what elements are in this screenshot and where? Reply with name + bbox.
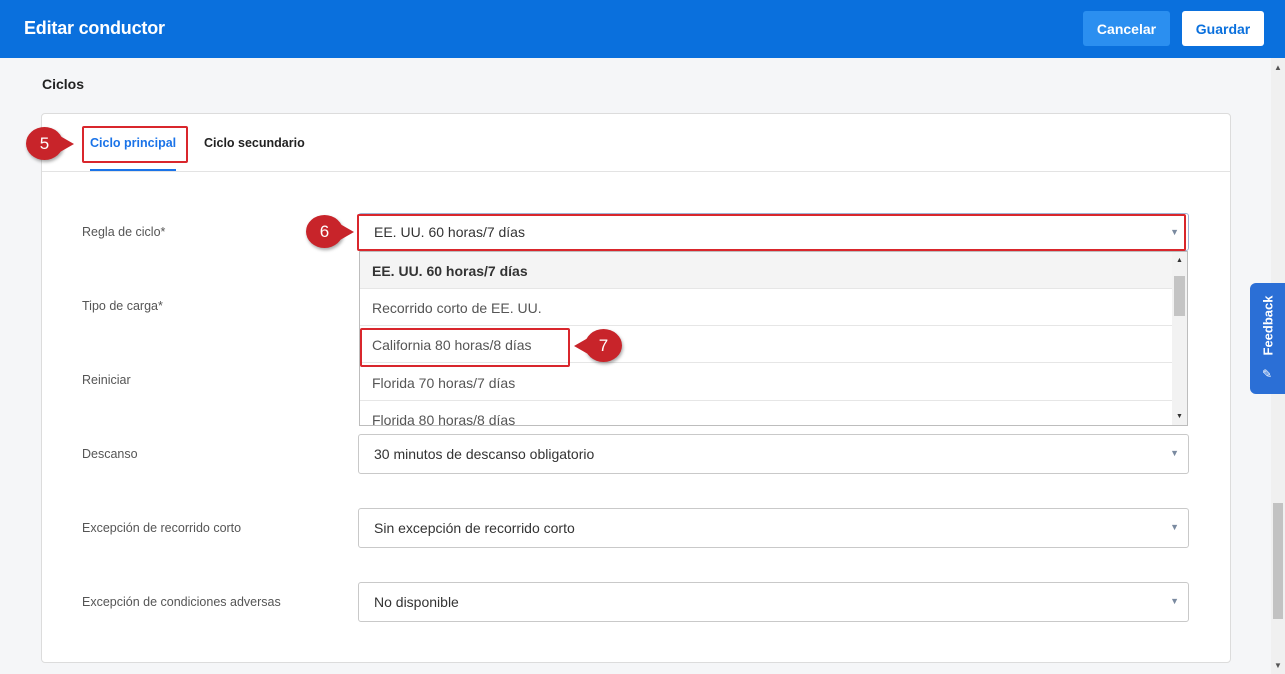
break-value: 30 minutos de descanso obligatorio — [374, 446, 595, 462]
chevron-down-icon: ▼ — [1170, 522, 1179, 532]
adverse-select[interactable]: No disponible ▼ — [358, 582, 1189, 622]
short-haul-label: Excepción de recorrido corto — [82, 521, 242, 535]
short-haul-value: Sin excepción de recorrido corto — [374, 520, 575, 536]
callout-badge: 5 — [26, 127, 74, 160]
scroll-down-icon[interactable]: ▼ — [1271, 658, 1285, 672]
short-haul-select[interactable]: Sin excepción de recorrido corto ▼ — [358, 508, 1189, 548]
scroll-up-icon[interactable]: ▲ — [1271, 60, 1285, 74]
cargo-type-label: Tipo de carga* — [82, 299, 163, 313]
cancel-button[interactable]: Cancelar — [1083, 11, 1170, 46]
dropdown-option[interactable]: Florida 70 horas/7 días — [360, 364, 1173, 401]
dropdown-scrollbar-thumb[interactable] — [1174, 276, 1185, 316]
section-title: Ciclos — [42, 76, 85, 92]
restart-label: Reiniciar — [82, 373, 131, 387]
highlight-box — [357, 214, 1186, 251]
adverse-value: No disponible — [374, 594, 459, 610]
callout-badge: 6 — [306, 215, 354, 248]
save-button[interactable]: Guardar — [1182, 11, 1264, 46]
callout-badge: 7 — [574, 329, 622, 362]
chevron-down-icon: ▼ — [1170, 448, 1179, 458]
page-title: Editar conductor — [24, 18, 165, 38]
feedback-label: Feedback — [1260, 295, 1276, 356]
adverse-label: Excepción de condiciones adversas — [82, 595, 281, 609]
scroll-up-icon[interactable]: ▲ — [1172, 254, 1187, 266]
chevron-down-icon: ▼ — [1170, 596, 1179, 606]
highlight-box — [360, 328, 570, 367]
dropdown-option[interactable]: Florida 80 horas/8 días — [360, 401, 1173, 425]
highlight-box — [82, 126, 188, 163]
dropdown-option[interactable]: Recorrido corto de EE. UU. — [360, 289, 1173, 326]
scrollbar-thumb[interactable] — [1273, 503, 1283, 619]
feedback-icon: ✎ — [1262, 367, 1273, 381]
scroll-down-icon[interactable]: ▼ — [1172, 410, 1187, 422]
break-label: Descanso — [82, 447, 138, 461]
tab-secondary-cycle[interactable]: Ciclo secundario — [204, 136, 305, 150]
dropdown-scrollbar[interactable]: ▲ ▼ — [1172, 252, 1187, 425]
break-select[interactable]: 30 minutos de descanso obligatorio ▼ — [358, 434, 1189, 474]
header-bar: Editar conductor Cancelar Guardar — [0, 0, 1285, 58]
tabs-divider — [42, 171, 1230, 172]
cycle-rule-label: Regla de ciclo* — [82, 225, 166, 239]
feedback-button[interactable]: Feedback ✎ — [1250, 283, 1285, 394]
dropdown-option[interactable]: EE. UU. 60 horas/7 días — [360, 252, 1173, 289]
